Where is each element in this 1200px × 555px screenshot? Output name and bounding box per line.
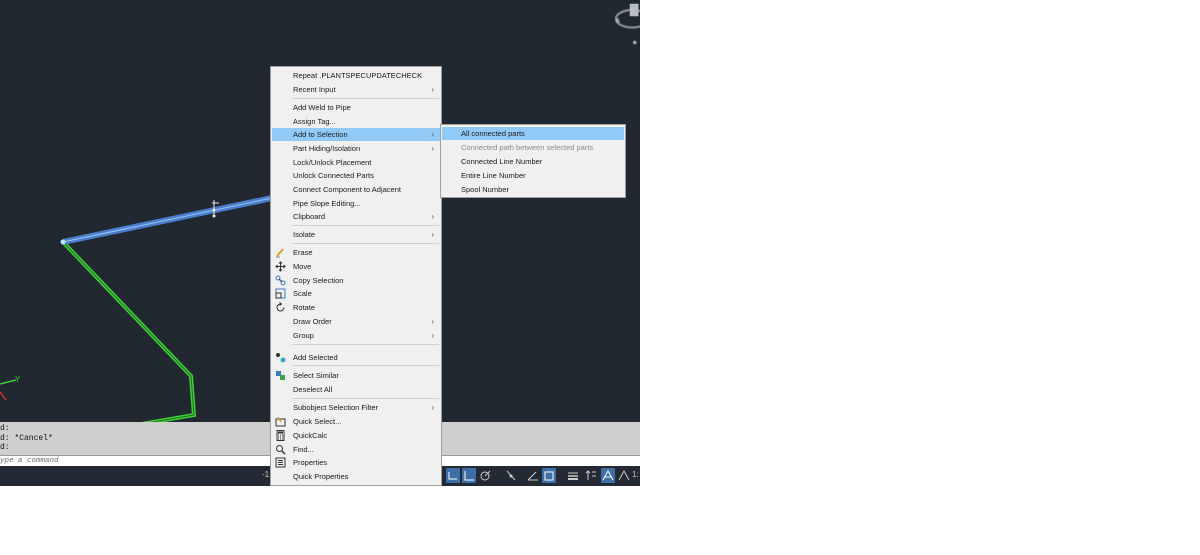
menu-item-subobject-filter[interactable]: Subobject Selection Filter › bbox=[272, 401, 440, 414]
selection-cycling-button[interactable] bbox=[542, 468, 556, 483]
scale-label: 1: bbox=[632, 470, 639, 479]
menu-item-add-selected[interactable]: Add Selected bbox=[272, 351, 440, 364]
select-similar-icon bbox=[276, 371, 285, 380]
menu-item-quick-properties[interactable]: Quick Properties bbox=[272, 470, 440, 483]
menu-item-recent-input[interactable]: Recent Input › bbox=[272, 83, 440, 96]
submenu-item-spool-number[interactable]: Spool Number bbox=[442, 183, 624, 196]
chevron-right-icon: › bbox=[431, 403, 434, 412]
menu-item-scale[interactable]: Scale bbox=[272, 287, 440, 300]
submenu-item-all-connected-parts[interactable]: All connected parts bbox=[442, 127, 624, 140]
add-selected-icon bbox=[276, 353, 286, 363]
menu-item-quickcalc[interactable]: QuickCalc bbox=[272, 429, 440, 442]
chevron-right-icon: › bbox=[431, 85, 434, 94]
menu-item-select-similar[interactable]: Select Similar bbox=[272, 369, 440, 382]
menu-separator bbox=[292, 398, 439, 399]
menu-item-unlock-connected[interactable]: Unlock Connected Parts bbox=[272, 169, 440, 182]
eraser-icon bbox=[276, 248, 284, 258]
lineweight-icon[interactable] bbox=[566, 468, 580, 483]
menu-item-copy-selection[interactable]: Copy Selection bbox=[272, 274, 440, 287]
chevron-right-icon: › bbox=[431, 331, 434, 340]
menu-item-clipboard[interactable]: Clipboard › bbox=[272, 210, 440, 223]
transparency-icon[interactable] bbox=[584, 468, 598, 483]
rotate-icon bbox=[276, 302, 285, 312]
pipe-selected-highlight bbox=[62, 197, 273, 243]
move-icon bbox=[275, 261, 286, 272]
menu-separator bbox=[292, 225, 439, 226]
scale-icon bbox=[275, 288, 286, 299]
menu-separator bbox=[292, 365, 439, 366]
pipe-segment-green[interactable] bbox=[61, 240, 197, 422]
menu-separator bbox=[292, 344, 439, 345]
compass-label: S bbox=[616, 19, 620, 25]
angle-icon[interactable] bbox=[526, 468, 540, 483]
context-menu: Repeat .PLANTSPECUPDATECHECK Recent Inpu… bbox=[270, 66, 442, 486]
copy-icon bbox=[275, 275, 286, 286]
menu-item-add-weld[interactable]: Add Weld to Pipe bbox=[272, 101, 440, 114]
menu-item-quick-select[interactable]: Quick Select... bbox=[272, 415, 440, 428]
osnap-icon[interactable] bbox=[504, 468, 518, 483]
menu-item-lock-unlock[interactable]: Lock/Unlock Placement bbox=[272, 156, 440, 169]
menu-separator bbox=[292, 98, 439, 99]
menu-item-draw-order[interactable]: Draw Order › bbox=[272, 315, 440, 328]
pipe-centerline bbox=[62, 241, 195, 422]
ucs-y-label: Y bbox=[15, 375, 21, 384]
annotation-scale-button[interactable] bbox=[601, 468, 615, 483]
menu-item-deselect-all[interactable]: Deselect All bbox=[272, 383, 440, 396]
menu-item-rotate[interactable]: Rotate bbox=[272, 301, 440, 314]
quick-select-icon bbox=[275, 416, 286, 427]
menu-item-repeat[interactable]: Repeat .PLANTSPECUPDATECHECK bbox=[272, 69, 440, 82]
status-coordinate: -1 bbox=[262, 470, 270, 479]
add-to-selection-submenu: All connected parts Connected path betwe… bbox=[440, 124, 626, 198]
submenu-item-connected-line-number[interactable]: Connected Line Number bbox=[442, 155, 624, 168]
chevron-right-icon: › bbox=[431, 212, 434, 221]
polar-button[interactable] bbox=[462, 468, 476, 483]
menu-item-add-to-selection[interactable]: Add to Selection › bbox=[272, 128, 440, 141]
menu-separator bbox=[292, 243, 439, 244]
menu-item-erase[interactable]: Erase bbox=[272, 246, 440, 259]
menu-item-properties[interactable]: Properties bbox=[272, 456, 440, 469]
menu-item-connect-component[interactable]: Connect Component to Adjacent bbox=[272, 183, 440, 196]
chevron-right-icon: › bbox=[431, 144, 434, 153]
ucs-icon: Y bbox=[0, 375, 21, 401]
viewcube-compass[interactable]: S bbox=[606, 0, 640, 50]
polar-tracking-icon[interactable] bbox=[478, 468, 492, 483]
menu-item-move[interactable]: Move bbox=[272, 260, 440, 273]
command-placeholder: ype a command bbox=[0, 457, 59, 465]
menu-item-part-hiding[interactable]: Part Hiding/Isolation › bbox=[272, 142, 440, 155]
menu-item-group[interactable]: Group › bbox=[272, 329, 440, 342]
chevron-right-icon: › bbox=[431, 130, 434, 139]
chevron-right-icon: › bbox=[431, 317, 434, 326]
calculator-icon bbox=[276, 430, 285, 441]
grip-point[interactable] bbox=[60, 239, 66, 245]
menu-item-find[interactable]: Find... bbox=[272, 443, 440, 456]
menu-item-pipe-slope[interactable]: Pipe Slope Editing... bbox=[272, 197, 440, 210]
ortho-button[interactable] bbox=[446, 468, 460, 483]
properties-icon bbox=[275, 457, 286, 468]
chevron-right-icon: › bbox=[431, 230, 434, 239]
submenu-item-connected-path: Connected path between selected parts bbox=[461, 143, 594, 152]
menu-item-assign-tag[interactable]: Assign Tag... bbox=[272, 115, 440, 128]
annotation-visibility-icon[interactable] bbox=[617, 468, 631, 483]
submenu-item-entire-line-number[interactable]: Entire Line Number bbox=[442, 169, 624, 182]
menu-item-isolate[interactable]: Isolate › bbox=[272, 228, 440, 241]
find-icon bbox=[276, 445, 286, 455]
